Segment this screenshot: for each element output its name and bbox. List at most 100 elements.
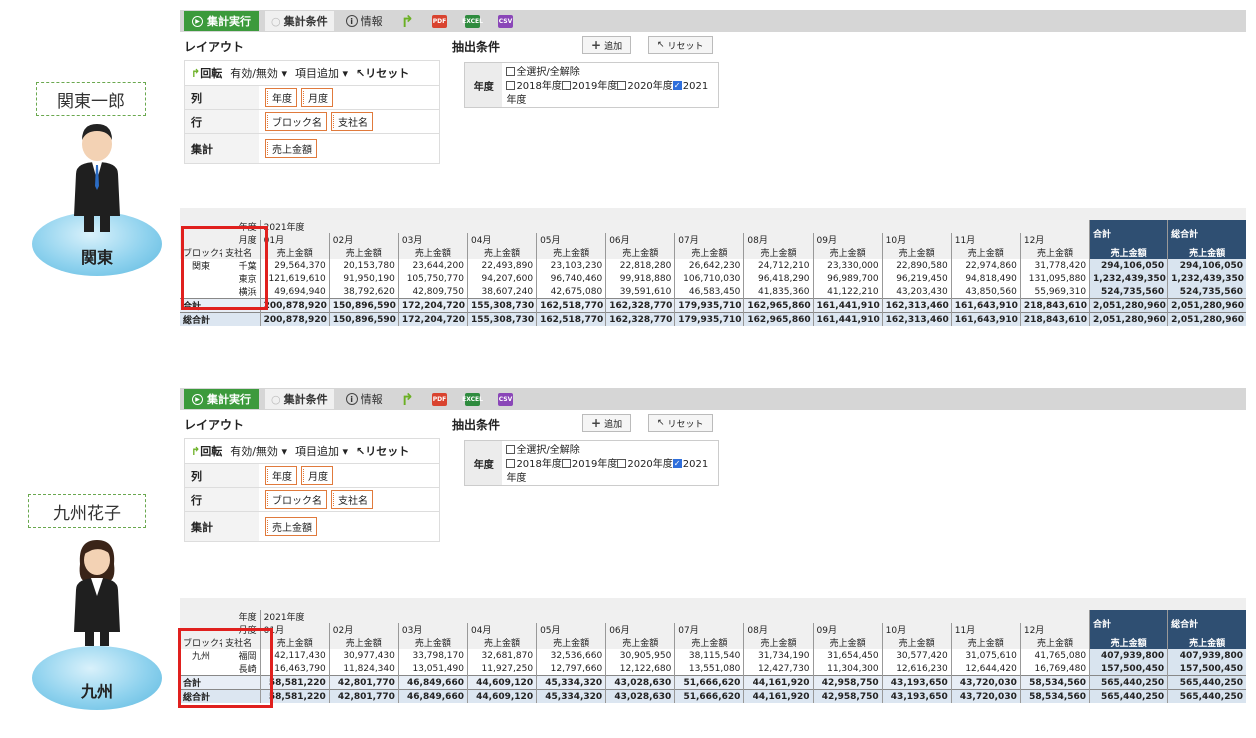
value-cell: 11,824,340 xyxy=(328,662,399,676)
measure-header: 売上金額 xyxy=(812,636,883,649)
conditions-tab[interactable]: ○ 集計条件 xyxy=(265,389,334,409)
layout-reset-button[interactable]: ↖リセット xyxy=(356,65,409,81)
add-item-dropdown[interactable]: 項目追加 ▾ xyxy=(295,65,348,81)
run-button[interactable]: ▶ 集計実行 xyxy=(184,11,259,31)
add-item-dropdown[interactable]: 項目追加 ▾ xyxy=(295,443,348,459)
rotate-button[interactable]: ↱ xyxy=(395,389,420,409)
excel-export-button[interactable]: EXCEL xyxy=(459,389,486,409)
value-cell: 20,153,780 xyxy=(328,259,399,272)
field-chip[interactable]: 月度 xyxy=(301,88,333,107)
select-all-checkbox[interactable]: 全選択/全解除 xyxy=(506,66,714,80)
enable-dropdown[interactable]: 有効/無効 ▾ xyxy=(230,443,287,459)
run-button[interactable]: ▶ 集計実行 xyxy=(184,389,259,409)
field-chip[interactable]: ブロック名 xyxy=(265,490,327,509)
grand-total-label: 総合計 xyxy=(180,312,261,326)
month-header: 05月 xyxy=(536,623,606,636)
year-checkbox[interactable]: 2019年度 xyxy=(561,81,618,92)
select-all-label: 全選択/全解除 xyxy=(516,67,580,78)
month-header: 07月 xyxy=(674,233,744,246)
reset-label: リセット xyxy=(667,41,704,52)
year-header-label: 年度 xyxy=(180,610,261,623)
field-chip[interactable]: ブロック名 xyxy=(265,112,327,131)
field-chip[interactable]: 支社名 xyxy=(331,490,373,509)
layout-reset-button[interactable]: ↖リセット xyxy=(356,443,409,459)
excel-export-button[interactable]: EXCEL xyxy=(459,11,486,31)
info-icon: i xyxy=(345,15,358,27)
value-cell: 41,765,080 xyxy=(1019,649,1090,662)
table-row: 横浜 49,694,940 38,792,620 42,809,750 38,607,2… xyxy=(180,285,1246,299)
extract-reset-button[interactable]: ↖ リセット xyxy=(648,36,713,54)
businessman-icon xyxy=(74,124,120,232)
grand-total-header: 総合計 xyxy=(1167,610,1246,636)
value-cell: 13,551,080 xyxy=(674,662,744,676)
info-tab[interactable]: i 情報 xyxy=(340,389,389,409)
pdf-export-button[interactable]: PDF xyxy=(426,11,453,31)
value-cell: 105,750,770 xyxy=(397,272,468,285)
field-chip[interactable]: 月度 xyxy=(301,466,333,485)
layout-row-aggregate: 集計 売上金額 xyxy=(185,133,439,163)
checkbox-icon xyxy=(506,81,516,90)
extract-reset-button[interactable]: ↖ リセット xyxy=(648,414,713,432)
layout-rotate-button[interactable]: ↱回転 xyxy=(191,443,222,459)
extract-add-button[interactable]: + 追加 xyxy=(582,414,632,432)
layout-toolbar: ↱回転 有効/無効 ▾ 項目追加 ▾ ↖リセット xyxy=(185,439,439,463)
field-chip[interactable]: 売上金額 xyxy=(265,517,317,536)
layout-rotate-button[interactable]: ↱回転 xyxy=(191,65,222,81)
extract-add-button[interactable]: + 追加 xyxy=(582,36,632,54)
settings-area: レイアウト ↱回転 有効/無効 ▾ 項目追加 ▾ ↖リセット 列 年度 月度 行… xyxy=(180,32,1246,208)
measure-header: 売上金額 xyxy=(1019,636,1090,649)
pivot-table: 年度 2021年度 合計 総合計 月度 01月 02月 03月 04月 05月 06月 07月 08月 0… xyxy=(180,610,1246,703)
excel-icon: EXCEL xyxy=(462,392,483,406)
year-checkbox[interactable]: 2018年度 xyxy=(506,81,562,92)
month-header: 11月 xyxy=(950,233,1021,246)
grand-total-total-cell: 2,051,280,960 xyxy=(1089,312,1168,326)
conditions-label: 集計条件 xyxy=(283,393,328,406)
year-checkbox[interactable]: 2020年度 xyxy=(617,81,673,92)
row-total-cell: 157,500,450 xyxy=(1089,662,1168,676)
add-item-label: 項目追加 xyxy=(294,67,339,80)
value-cell: 24,712,210 xyxy=(743,259,814,272)
year-filter: 年度 全選択/全解除 2018年度2019年度2020年度2021年度 xyxy=(464,440,719,486)
divider xyxy=(180,208,1246,220)
add-label: 追加 xyxy=(604,41,623,52)
grand-total-cell: 43,193,650 xyxy=(881,689,952,703)
enable-dropdown[interactable]: 有効/無効 ▾ xyxy=(230,65,287,81)
grand-total-cell: 218,843,610 xyxy=(1019,312,1090,326)
info-tab[interactable]: i 情報 xyxy=(340,11,389,31)
reset-arrow-icon: ↖ xyxy=(356,67,366,80)
add-label: 追加 xyxy=(604,419,623,430)
year-checkbox[interactable]: 2020年度 xyxy=(617,459,673,470)
pdf-export-button[interactable]: PDF xyxy=(426,389,453,409)
csv-icon: CSV xyxy=(498,14,514,28)
csv-export-button[interactable]: CSV xyxy=(492,11,519,31)
layout-row-columns: 列 年度 月度 xyxy=(185,85,439,109)
measure-header: 売上金額 xyxy=(674,246,744,259)
value-cell: 12,427,730 xyxy=(743,662,814,676)
run-label: 集計実行 xyxy=(207,15,251,28)
year-option-label: 2019年度 xyxy=(571,81,618,92)
persona-name: 関東一郎 xyxy=(57,91,125,112)
month-header: 10月 xyxy=(881,623,952,636)
header-row-measure: ブロック名支社名売上金額売上金額売上金額売上金額売上金額売上金額売上金額売上金額… xyxy=(180,246,1246,259)
field-chip[interactable]: 年度 xyxy=(265,466,297,485)
measure-header: 売上金額 xyxy=(812,246,883,259)
divider xyxy=(180,598,1246,610)
grand-total-row: 総合計 58,581,220 42,801,770 46,849,660 44,609,… xyxy=(180,689,1246,703)
field-chip[interactable]: 売上金額 xyxy=(265,139,317,158)
select-all-checkbox[interactable]: 全選択/全解除 xyxy=(506,444,714,458)
condition-icon: ○ xyxy=(271,14,281,28)
reset-arrow-icon: ↖ xyxy=(657,418,665,428)
rotate-button[interactable]: ↱ xyxy=(395,11,420,31)
row-label-rows: 行 xyxy=(185,488,259,511)
field-chip[interactable]: 支社名 xyxy=(331,112,373,131)
table-row: 関東 千葉 29,564,370 20,153,780 23,644,200 22,493… xyxy=(180,259,1246,272)
conditions-tab[interactable]: ○ 集計条件 xyxy=(265,11,334,31)
csv-export-button[interactable]: CSV xyxy=(492,389,519,409)
value-cell: 29,564,370 xyxy=(259,259,330,272)
year-checkbox[interactable]: 2019年度 xyxy=(561,459,617,470)
field-chip[interactable]: 年度 xyxy=(265,88,297,107)
value-cell: 46,583,450 xyxy=(674,285,744,299)
year-checkbox[interactable]: 2018年度 xyxy=(506,459,562,470)
subtotal-cell: 43,720,030 xyxy=(950,675,1021,690)
month-header: 02月 xyxy=(328,233,399,246)
